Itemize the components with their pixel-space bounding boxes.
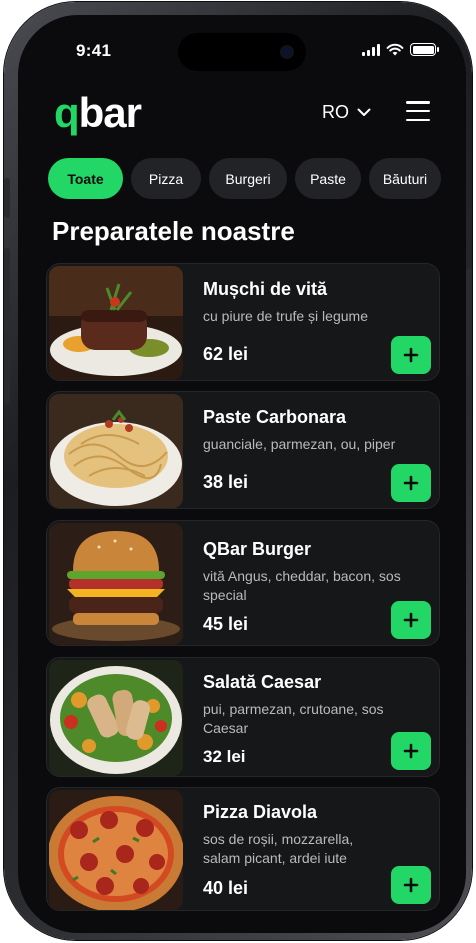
phone-frame: 9:41 qbar RO Toate Pizza Burgeri Paste B… <box>4 2 472 940</box>
battery-icon <box>410 43 439 56</box>
language-label: RO <box>322 102 349 122</box>
status-time: 9:41 <box>76 41 112 60</box>
category-chips: Toate Pizza Burgeri Paste Băuturi <box>48 158 441 199</box>
menu-item-price: 40 lei <box>203 878 249 898</box>
menu-item-price: 38 lei <box>203 472 249 492</box>
menu-item-price: 32 lei <box>203 747 246 766</box>
menu-item-card[interactable]: Pizza Diavola sos de roșii, mozzarella, … <box>46 787 440 911</box>
menu-item-card[interactable]: Mușchi de vită cu piure de trufe și legu… <box>46 263 440 381</box>
dynamic-island <box>178 33 306 71</box>
screen: 9:41 qbar RO Toate Pizza Burgeri Paste B… <box>18 15 466 933</box>
menu-item-description: sos de roșii, mozzarella, salam picant, … <box>203 831 354 866</box>
menu-item-name: QBar Burger <box>203 539 312 559</box>
menu-item-description: guanciale, parmezan, ou, piper <box>203 436 396 452</box>
add-to-cart-button[interactable] <box>391 336 431 374</box>
carbonara-photo <box>49 394 183 508</box>
menu-item-description: cu piure de trufe și legume <box>203 308 368 324</box>
menu-item-card[interactable]: QBar Burger vită Angus, cheddar, bacon, … <box>46 520 440 646</box>
burger-photo <box>49 523 183 645</box>
chip-toate[interactable]: Toate <box>48 158 123 199</box>
menu-item-name: Pizza Diavola <box>203 802 318 822</box>
language-selector[interactable]: RO <box>322 102 371 123</box>
chip-pizza[interactable]: Pizza <box>131 158 201 199</box>
section-title: Preparatele noastre <box>52 216 295 246</box>
hamburger-menu-icon[interactable] <box>406 101 430 121</box>
steak-photo <box>49 266 183 380</box>
menu-item-price: 62 lei <box>203 344 249 364</box>
chevron-down-icon <box>357 108 371 116</box>
menu-item-card[interactable]: Paste Carbonara guanciale, parmezan, ou,… <box>46 391 440 509</box>
chip-burgeri[interactable]: Burgeri <box>209 158 287 199</box>
menu-item-name: Mușchi de vită <box>203 279 328 299</box>
menu-item-card[interactable]: Salată Caesar pui, parmezan, crutoane, s… <box>46 657 440 777</box>
add-to-cart-button[interactable] <box>391 464 431 502</box>
menu-item-description: vită Angus, cheddar, bacon, sos special <box>203 568 401 603</box>
plus-icon <box>403 877 419 893</box>
power-button <box>466 268 472 376</box>
menu-item-name: Salată Caesar <box>203 672 322 692</box>
volume-down-button <box>4 332 10 404</box>
plus-icon <box>403 347 419 363</box>
add-to-cart-button[interactable] <box>391 866 431 904</box>
plus-icon <box>403 743 419 759</box>
add-to-cart-button[interactable] <box>391 601 431 639</box>
chip-paste[interactable]: Paste <box>295 158 361 199</box>
volume-up-button <box>4 248 10 320</box>
action-button <box>4 178 10 218</box>
add-to-cart-button[interactable] <box>391 732 431 770</box>
wifi-icon <box>386 43 404 56</box>
caesar-salad-photo <box>49 660 183 776</box>
plus-icon <box>403 612 419 628</box>
camera-icon <box>280 45 294 59</box>
chip-bauturi[interactable]: Băuturi <box>369 158 441 199</box>
signal-icon <box>362 43 380 56</box>
status-icons <box>362 43 439 56</box>
menu-item-price: 45 lei <box>203 614 249 634</box>
menu-item-name: Paste Carbonara <box>203 407 347 427</box>
menu-item-description: pui, parmezan, crutoane, sos Caesar <box>203 701 384 736</box>
pizza-photo <box>49 790 183 910</box>
plus-icon <box>403 475 419 491</box>
qbar-logo: qbar <box>54 89 142 136</box>
